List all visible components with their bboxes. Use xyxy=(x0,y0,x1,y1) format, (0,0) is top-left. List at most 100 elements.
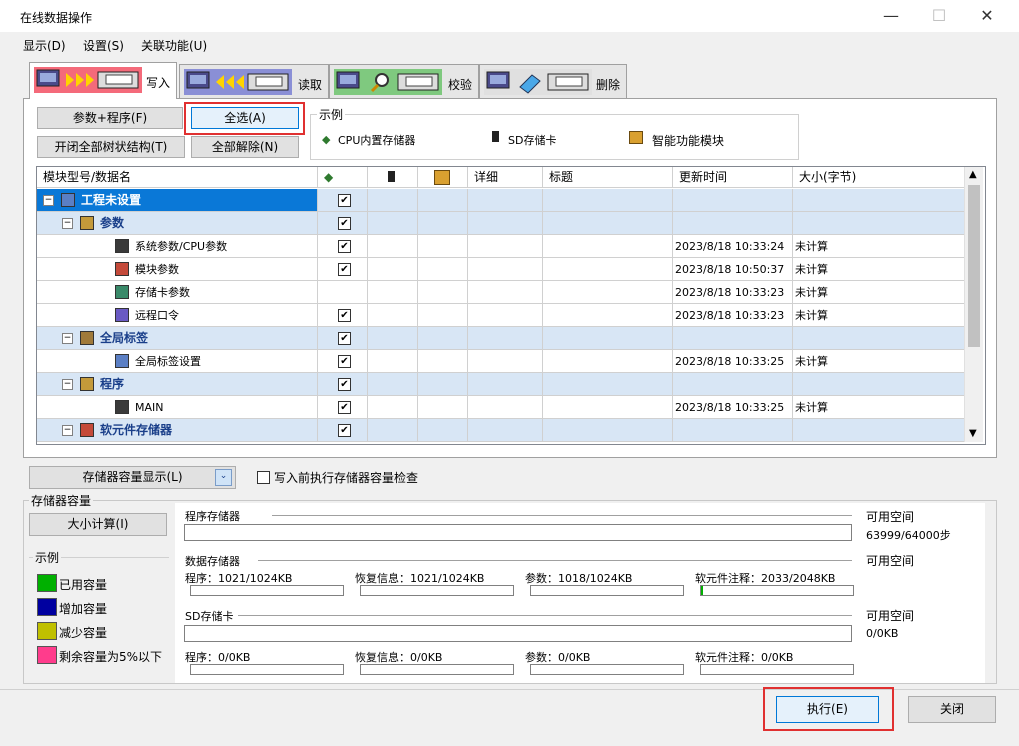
write-checkbox[interactable]: ✔ xyxy=(338,355,351,368)
data-memory-comment-bar xyxy=(700,585,854,596)
time-cell xyxy=(673,419,793,442)
menu-settings[interactable]: 设置(S) xyxy=(83,37,124,54)
time-cell xyxy=(673,189,793,212)
minimize-button[interactable]: — xyxy=(868,0,914,32)
time-cell: 2023/8/18 10:33:25 xyxy=(673,350,793,373)
tree-group-row[interactable]: − 参数 ✔ xyxy=(37,212,965,235)
collapse-icon[interactable]: − xyxy=(62,333,73,344)
tab-write[interactable]: 写入 xyxy=(29,62,177,99)
intelligent-module-icon xyxy=(629,131,643,144)
write-checkbox[interactable]: ✔ xyxy=(338,309,351,322)
program-memory-title: 程序存储器 xyxy=(185,510,240,523)
col-header-title[interactable]: 标题 xyxy=(543,167,673,188)
toggle-tree-button[interactable]: 开闭全部树状结构(T) xyxy=(37,136,185,158)
sd-cell xyxy=(368,189,418,212)
tree-row[interactable]: 系统参数/CPU参数 ✔ 2023/8/18 10:33:24 未计算 xyxy=(37,235,965,258)
detail-cell xyxy=(468,258,543,281)
col-header-detail[interactable]: 详细 xyxy=(468,167,543,188)
module-cell xyxy=(418,212,468,235)
cpu-cell[interactable]: ✔ xyxy=(318,189,368,212)
cpu-cell[interactable]: ✔ xyxy=(318,304,368,327)
cpu-cell[interactable] xyxy=(318,281,368,304)
col-header-module[interactable] xyxy=(418,167,468,188)
program-memory-bar xyxy=(184,524,852,541)
collapse-icon[interactable]: − xyxy=(43,195,54,206)
size-calc-button[interactable]: 大小计算(I) xyxy=(29,513,167,536)
write-checkbox[interactable]: ✔ xyxy=(338,194,351,207)
precheck-checkbox[interactable] xyxy=(257,471,270,484)
time-cell: 2023/8/18 10:33:23 xyxy=(673,281,793,304)
tree-row[interactable]: 存储卡参数 2023/8/18 10:33:23 未计算 xyxy=(37,281,965,304)
collapse-icon[interactable]: − xyxy=(62,218,73,229)
title-cell xyxy=(543,304,673,327)
tree-group-row[interactable]: − 程序 ✔ xyxy=(37,373,965,396)
tab-read[interactable]: 读取 xyxy=(179,64,329,99)
tree-group-row[interactable]: − 工程未设置 ✔ xyxy=(37,189,965,212)
col-header-sd[interactable] xyxy=(368,167,418,188)
tree-row[interactable]: 模块参数 ✔ 2023/8/18 10:50:37 未计算 xyxy=(37,258,965,281)
menu-display[interactable]: 显示(D) xyxy=(23,37,66,54)
legend-swatch xyxy=(37,646,57,664)
sd-cell xyxy=(368,281,418,304)
grid-scrollbar[interactable]: ▲ ▼ xyxy=(964,167,983,442)
cpu-cell[interactable]: ✔ xyxy=(318,350,368,373)
divider xyxy=(238,615,852,616)
sd-card-program: 程序：0/0KB xyxy=(185,651,251,664)
detail-cell xyxy=(468,281,543,304)
memory-display-toggle-button[interactable]: 存储器容量显示(L) ⌄ xyxy=(29,466,236,489)
maximize-button[interactable]: ☐ xyxy=(916,0,962,32)
param-program-button[interactable]: 参数+程序(F) xyxy=(37,107,183,129)
close-window-button[interactable]: ✕ xyxy=(964,0,1010,32)
row-name: 软元件存储器 xyxy=(100,423,173,437)
cpu-cell[interactable]: ✔ xyxy=(318,419,368,442)
time-cell: 2023/8/18 10:50:37 xyxy=(673,258,793,281)
write-checkbox[interactable]: ✔ xyxy=(338,332,351,345)
tree-row[interactable]: MAIN ✔ 2023/8/18 10:33:25 未计算 xyxy=(37,396,965,419)
write-checkbox[interactable]: ✔ xyxy=(338,378,351,391)
cpu-cell[interactable]: ✔ xyxy=(318,373,368,396)
write-checkbox[interactable]: ✔ xyxy=(338,263,351,276)
deselect-all-button[interactable]: 全部解除(N) xyxy=(191,136,299,158)
tree-group-row[interactable]: − 软元件存储器 ✔ xyxy=(37,419,965,442)
module-cell xyxy=(418,419,468,442)
write-checkbox[interactable]: ✔ xyxy=(338,240,351,253)
cpu-cell[interactable]: ✔ xyxy=(318,396,368,419)
close-button[interactable]: 关闭 xyxy=(908,696,996,723)
cpu-cell[interactable]: ✔ xyxy=(318,258,368,281)
data-memory-program: 程序：1021/1024KB xyxy=(185,572,293,585)
collapse-icon[interactable]: − xyxy=(62,425,73,436)
cpu-cell[interactable]: ✔ xyxy=(318,212,368,235)
name-cell: − 软元件存储器 xyxy=(37,419,318,442)
delete-tab-icon xyxy=(484,69,592,95)
tab-delete[interactable]: 删除 xyxy=(479,64,627,99)
sd-cell xyxy=(368,373,418,396)
col-header-name[interactable]: 模块型号/数据名 xyxy=(37,167,318,188)
module-cell xyxy=(418,235,468,258)
memory-section-title: 存储器容量 xyxy=(29,492,94,509)
col-header-cpu[interactable]: ◆ xyxy=(318,167,368,188)
cpu-cell[interactable]: ✔ xyxy=(318,235,368,258)
write-checkbox[interactable]: ✔ xyxy=(338,217,351,230)
row-name: 工程未设置 xyxy=(81,193,142,207)
collapse-icon[interactable]: − xyxy=(62,379,73,390)
scroll-thumb[interactable] xyxy=(968,185,980,347)
tree-row[interactable]: 远程口令 ✔ 2023/8/18 10:33:23 未计算 xyxy=(37,304,965,327)
tree-row[interactable]: 全局标签设置 ✔ 2023/8/18 10:33:25 未计算 xyxy=(37,350,965,373)
sd-cell xyxy=(368,419,418,442)
col-header-size[interactable]: 大小(字节) xyxy=(793,167,965,188)
scroll-up-icon[interactable]: ▲ xyxy=(969,169,977,180)
cpu-cell[interactable]: ✔ xyxy=(318,327,368,350)
data-grid: 模块型号/数据名 ◆ 详细 标题 更新时间 大小(字节) − 工程未设置 ✔ − 参数 ✔… xyxy=(36,166,986,445)
menu-related[interactable]: 关联功能(U) xyxy=(141,37,207,54)
tree-group-row[interactable]: − 全局标签 ✔ xyxy=(37,327,965,350)
tab-verify[interactable]: 校验 xyxy=(329,64,479,99)
write-checkbox[interactable]: ✔ xyxy=(338,424,351,437)
size-cell: 未计算 xyxy=(793,281,965,304)
time-cell: 2023/8/18 10:33:25 xyxy=(673,396,793,419)
col-header-update-time[interactable]: 更新时间 xyxy=(673,167,793,188)
time-cell: 2023/8/18 10:33:23 xyxy=(673,304,793,327)
write-checkbox[interactable]: ✔ xyxy=(338,401,351,414)
row-name: 远程口令 xyxy=(135,309,179,322)
sd-card-bar xyxy=(184,625,852,642)
scroll-down-icon[interactable]: ▼ xyxy=(969,428,977,439)
